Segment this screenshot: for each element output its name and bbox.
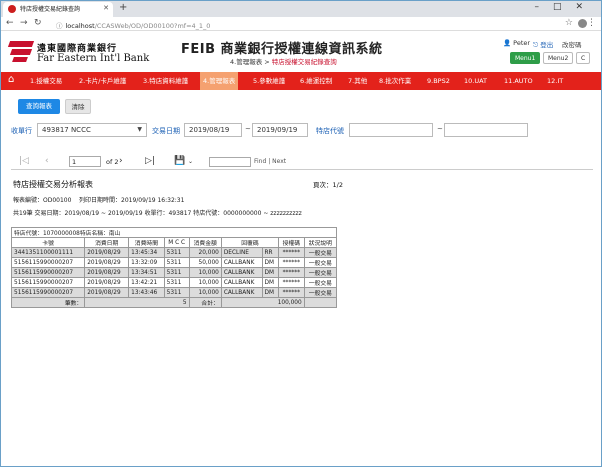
count-label: 筆數：: [10, 297, 86, 308]
logout-link[interactable]: ⎋ 登出: [533, 39, 553, 50]
export-save-icon[interactable]: 💾: [174, 156, 185, 166]
report-summary: 共19筆 交易日期：2019/08/19 ~ 2019/09/19 收單行：49…: [13, 210, 302, 217]
browser-window: 特店授權交易紀錄查詢 ✕ + –□✕ ← → ↻ ⓘ localhost/CCAS…: [0, 0, 602, 467]
menu-item-card-maint[interactable]: 2.卡片/卡戶維護: [76, 72, 129, 90]
col-status: 狀況說明: [303, 237, 338, 248]
menu1-button[interactable]: Menu1: [510, 52, 541, 64]
report-title: 特店授權交易分析報表: [13, 180, 93, 189]
query-report-button[interactable]: 查詢報表: [18, 99, 60, 114]
browser-menu-icon[interactable]: ⋮: [587, 18, 596, 28]
favicon-icon: [8, 5, 16, 13]
table-header: 卡號 消費日期 消費時間 M C C 消費金額 回覆碼 授權碼 狀況說明: [10, 237, 338, 248]
date-from-input[interactable]: 2019/08/19: [184, 123, 242, 137]
col-amount: 消費金額: [188, 237, 222, 248]
acq-bank-select[interactable]: 493817 NCCC ▼: [37, 123, 147, 137]
breadcrumb: 4.管理報表 > 特店授權交易紀錄查詢: [230, 56, 337, 66]
table-row: 5156115990000207 2019/08/29 13:34:51 531…: [10, 267, 338, 278]
menu-item-other[interactable]: 7.其他: [345, 72, 370, 90]
merchant-id-label: 特店代號: [316, 127, 344, 135]
address-bar: ← → ↻ ⓘ localhost/CCASWeb/OD/OD00100?mf=4…: [1, 17, 601, 31]
logout-icon: ⎋: [533, 41, 539, 49]
col-txn-date: 消費日期: [84, 237, 130, 248]
url-field[interactable]: ⓘ localhost/CCASWeb/OD/OD00100?mf=4_1_0: [56, 20, 210, 30]
find-input[interactable]: [209, 157, 251, 167]
report-number: 報表編號：OD00100: [13, 197, 72, 204]
close-tab-icon[interactable]: ✕: [103, 4, 109, 12]
merchant-separator: ~: [437, 125, 443, 133]
acq-bank-label: 收單行: [11, 127, 32, 135]
table-row: 5156115990000207 2019/08/29 13:43:46 531…: [10, 287, 338, 298]
menu-item-it[interactable]: 12.IT: [544, 72, 566, 90]
tab-bar: 特店授權交易紀錄查詢 ✕ + –□✕: [1, 1, 601, 17]
menu-item-merchant-maint[interactable]: 3.特店資料維護: [140, 72, 191, 90]
breadcrumb-current: 特店授權交易紀錄查詢: [271, 58, 337, 66]
back-icon[interactable]: ←: [6, 18, 14, 28]
totals-row: 筆數： 5 合計： 100,000: [10, 297, 338, 308]
home-icon[interactable]: ⌂: [8, 74, 14, 85]
table-row: 5156115990000207 2019/08/29 13:32:09 531…: [10, 257, 338, 268]
page-count: of 2: [106, 158, 119, 166]
page-number-input[interactable]: 1: [69, 156, 101, 167]
report-table: 特店代號：1070000008特店名稱：南山 卡號 消費日期 消費時間 M C …: [10, 227, 338, 308]
user-name: Peter: [513, 39, 531, 47]
chevron-down-icon: ▼: [137, 126, 142, 133]
table-row: 3441351100001111 2019/08/29 13:45:34 531…: [10, 247, 338, 258]
system-title: FEIB 商業銀行授權連線資訊系統: [181, 42, 383, 57]
user-info: 👤 Peter: [503, 39, 530, 47]
prev-page-icon[interactable]: ‹: [45, 156, 49, 166]
menu-item-uat[interactable]: 10.UAT: [461, 72, 490, 90]
next-page-icon[interactable]: ›: [119, 156, 123, 166]
menu-item-params[interactable]: 5.參數維護: [250, 72, 288, 90]
last-page-icon[interactable]: ▷|: [145, 156, 155, 166]
report-viewer-toolbar: |◁ ‹ 1 of 2 › ▷| 💾 ⌄ Find | Next: [11, 154, 593, 170]
col-mcc: M C C: [163, 237, 190, 248]
merchant-from-input[interactable]: [349, 123, 433, 137]
menu-item-bps2[interactable]: 9.BPS2: [424, 72, 453, 90]
menu-item-batch[interactable]: 8.批次作業: [376, 72, 414, 90]
date-to-input[interactable]: 2019/09/19: [252, 123, 308, 137]
total-label: 合計：: [188, 297, 222, 308]
browser-tab[interactable]: 特店授權交易紀錄查詢 ✕: [3, 2, 113, 17]
menu-c-button[interactable]: C: [576, 52, 591, 64]
merchant-line: 特店代號：1070000008特店名稱：南山: [11, 227, 337, 238]
merchant-to-input[interactable]: [444, 123, 528, 137]
app-header: 遠東國際商業銀行 Far Eastern Int'l Bank FEIB 商業銀…: [1, 32, 601, 72]
bank-logo-icon: [7, 39, 35, 63]
clear-button[interactable]: 清除: [65, 99, 91, 114]
menu2-button[interactable]: Menu2: [543, 52, 574, 64]
main-menu: ⌂ 1.授權交易 2.卡片/卡戶維護 3.特店資料維護 4.管理報表 5.參數維…: [1, 72, 601, 90]
first-page-icon[interactable]: |◁: [19, 156, 29, 166]
total-value: 100,000: [220, 297, 305, 308]
menu-item-ops[interactable]: 6.維運控制: [297, 72, 335, 90]
user-icon: 👤: [503, 39, 512, 47]
export-dropdown-icon[interactable]: ⌄: [188, 158, 193, 165]
menu-item-auto[interactable]: 11.AUTO: [501, 72, 536, 90]
reload-icon[interactable]: ↻: [34, 18, 42, 28]
find-next-link[interactable]: Find | Next: [254, 158, 286, 165]
table-row: 5156115990000207 2019/08/29 13:42:21 531…: [10, 277, 338, 288]
col-response: 回覆碼: [220, 237, 280, 248]
report-page-info: 頁次：1/2: [313, 181, 343, 189]
menu-item-auth-txn[interactable]: 1.授權交易: [27, 72, 65, 90]
tab-title: 特店授權交易紀錄查詢: [20, 6, 81, 13]
col-txn-time: 消費時間: [128, 237, 165, 248]
col-card-no: 卡號: [10, 237, 86, 248]
bank-name-en: Far Eastern Int'l Bank: [37, 53, 150, 64]
report-print-time: 列印日期時間：2019/09/19 16:32:31: [79, 197, 185, 204]
forward-icon[interactable]: →: [20, 18, 28, 28]
bookmark-star-icon[interactable]: ☆: [565, 18, 573, 28]
change-password-link[interactable]: 改密碼: [562, 39, 582, 49]
account-icon[interactable]: [578, 19, 587, 28]
info-icon: ⓘ: [56, 22, 63, 30]
window-controls-icon[interactable]: –□✕: [534, 2, 597, 12]
count-value: 5: [84, 297, 190, 308]
date-separator: ~: [245, 125, 251, 133]
new-tab-icon[interactable]: +: [119, 2, 127, 13]
txn-date-label: 交易日期: [152, 127, 180, 135]
breadcrumb-parent: 4.管理報表 >: [230, 58, 270, 66]
col-auth-code: 授權碼: [278, 237, 305, 248]
menu-item-reports[interactable]: 4.管理報表: [200, 72, 239, 90]
